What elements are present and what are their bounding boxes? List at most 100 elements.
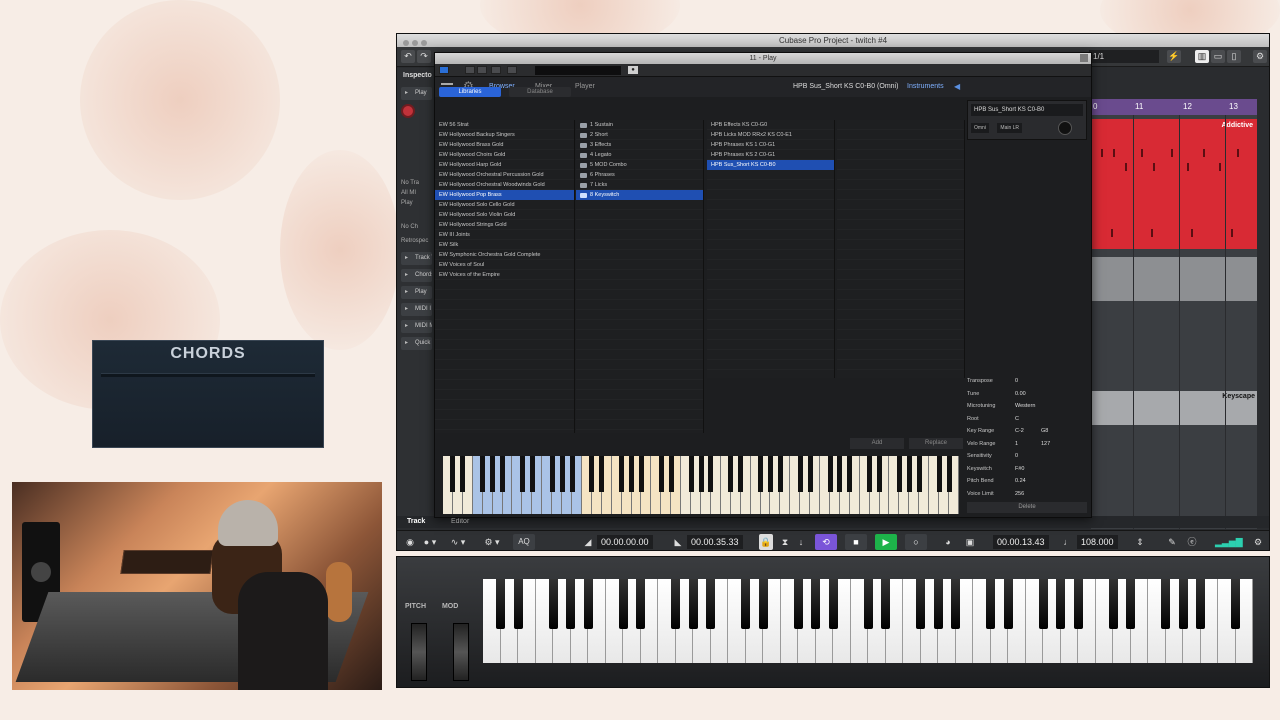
left-locator-icon[interactable]: ◢ bbox=[577, 534, 599, 550]
position-display[interactable]: 00.00.13.43 bbox=[993, 535, 1049, 549]
black-key[interactable] bbox=[896, 456, 902, 492]
black-key[interactable] bbox=[480, 456, 486, 492]
tempo-icon[interactable]: ♩ bbox=[1057, 534, 1079, 550]
inspector-track-header[interactable]: Play bbox=[401, 87, 432, 100]
black-key[interactable] bbox=[629, 456, 635, 492]
param-value[interactable]: Western bbox=[1015, 400, 1035, 413]
inspector-section-midi-modifiers[interactable]: MIDI M bbox=[401, 320, 432, 333]
right-locator-time[interactable]: 00.00.35.33 bbox=[687, 535, 743, 549]
black-key[interactable] bbox=[1161, 579, 1170, 629]
black-key[interactable] bbox=[728, 456, 734, 492]
metronome-icon[interactable]: ◕ bbox=[937, 534, 959, 550]
library-item[interactable]: EW Voices of the Empire bbox=[435, 270, 574, 280]
black-key[interactable] bbox=[1038, 579, 1048, 629]
black-key[interactable] bbox=[827, 456, 833, 492]
instrument-item[interactable]: HPB Phrases KS 1 C0-G1 bbox=[707, 140, 834, 150]
black-key[interactable] bbox=[946, 456, 952, 492]
black-key[interactable] bbox=[933, 579, 943, 629]
tempo-adjust-icon[interactable]: ⇕ bbox=[1133, 534, 1147, 550]
instrument-item[interactable]: HPB Sus_Short KS C0-B0 bbox=[707, 160, 834, 170]
param-row[interactable]: Keyswitch F#0 bbox=[967, 463, 1087, 476]
black-key[interactable] bbox=[500, 456, 506, 492]
project-arrange-area[interactable]: 0 11 12 13 Addictive Keyscape bbox=[1091, 99, 1257, 529]
close-icon[interactable] bbox=[1080, 54, 1088, 62]
tab-libraries[interactable]: Libraries bbox=[439, 87, 501, 97]
param-value[interactable]: G8 bbox=[1041, 425, 1048, 438]
black-key[interactable] bbox=[460, 456, 466, 492]
library-item[interactable]: EW Hollywood Solo Cello Gold bbox=[435, 200, 574, 210]
settings-icon[interactable]: ⚙ bbox=[1253, 50, 1267, 63]
black-key[interactable] bbox=[519, 456, 525, 492]
param-value[interactable]: C bbox=[1015, 413, 1019, 426]
library-item[interactable]: EW Silk bbox=[435, 240, 574, 250]
folder-item[interactable]: 5 MOD Combo bbox=[576, 160, 703, 170]
black-key[interactable] bbox=[828, 579, 838, 629]
play-keyboard[interactable] bbox=[443, 456, 959, 514]
read-icon[interactable] bbox=[491, 66, 501, 74]
black-key[interactable] bbox=[698, 456, 704, 492]
time-format-icon[interactable]: ▣ bbox=[959, 534, 981, 550]
right-locator-icon[interactable]: ◣ bbox=[667, 534, 689, 550]
write-icon[interactable] bbox=[507, 66, 517, 74]
folder-item[interactable]: 4 Legato bbox=[576, 150, 703, 160]
tab-track[interactable]: Track bbox=[407, 518, 425, 525]
preset-prev-icon[interactable] bbox=[465, 66, 475, 74]
black-key[interactable] bbox=[1003, 579, 1013, 629]
camera-icon[interactable]: ● bbox=[628, 66, 638, 74]
instrument-item[interactable]: HPB Phrases KS 2 C0-G1 bbox=[707, 150, 834, 160]
inspector-section-track-versions[interactable]: Track V bbox=[401, 252, 432, 265]
library-item[interactable]: EW III Joints bbox=[435, 230, 574, 240]
cycle-button[interactable]: ⟲ bbox=[815, 534, 837, 550]
tempo-display[interactable]: 108.000 bbox=[1077, 535, 1118, 549]
preset-field[interactable] bbox=[535, 66, 621, 75]
black-key[interactable] bbox=[668, 456, 674, 492]
black-key[interactable] bbox=[658, 456, 664, 492]
library-item[interactable]: EW Hollywood Choirs Gold bbox=[435, 150, 574, 160]
black-key[interactable] bbox=[1178, 579, 1188, 629]
slot-output[interactable]: Main LR bbox=[997, 123, 1023, 133]
inspector-section-quick-controls[interactable]: Quick bbox=[401, 337, 432, 350]
slot-channel[interactable]: Omni bbox=[971, 123, 989, 133]
audio-warp-icon[interactable]: ⚙ ▾ bbox=[481, 534, 503, 550]
black-key[interactable] bbox=[569, 456, 575, 492]
folder-list[interactable]: 1 Sustain 2 Short 3 Effects 4 Legato 5 MOD C… bbox=[576, 120, 704, 433]
black-key[interactable] bbox=[1126, 579, 1135, 629]
marker-icon[interactable]: ✎ bbox=[1161, 534, 1183, 550]
snap-icon[interactable]: ⚡ bbox=[1167, 50, 1181, 63]
param-row[interactable]: Velo Range 1 127 bbox=[967, 438, 1087, 451]
tab-database[interactable]: Database bbox=[509, 87, 571, 97]
param-value[interactable]: 0.00 bbox=[1015, 388, 1026, 401]
midi-event-keyscape[interactable]: Keyscape bbox=[1091, 391, 1257, 425]
sync-icon[interactable]: ⓔ bbox=[1181, 534, 1203, 550]
black-key[interactable] bbox=[797, 456, 803, 492]
retrospective-label[interactable]: Retrospec bbox=[397, 236, 436, 246]
black-key[interactable] bbox=[513, 579, 523, 629]
delete-button[interactable]: Delete bbox=[967, 502, 1087, 513]
window-layout-icon[interactable]: ▥ bbox=[1195, 50, 1209, 63]
inspector-section-play[interactable]: Play bbox=[401, 286, 432, 299]
black-key[interactable] bbox=[671, 579, 680, 629]
black-key[interactable] bbox=[708, 456, 714, 492]
library-item[interactable]: EW Hollywood Brass Gold bbox=[435, 140, 574, 150]
folder-item[interactable]: 7 Licks bbox=[576, 180, 703, 190]
black-key[interactable] bbox=[916, 579, 925, 629]
undo-icon[interactable]: ↶ bbox=[401, 50, 415, 63]
black-key[interactable] bbox=[837, 456, 843, 492]
black-key[interactable] bbox=[767, 456, 773, 492]
black-key[interactable] bbox=[867, 456, 873, 492]
black-key[interactable] bbox=[559, 456, 565, 492]
black-key[interactable] bbox=[1056, 579, 1065, 629]
black-key[interactable] bbox=[847, 456, 853, 492]
param-value[interactable]: 1 bbox=[1015, 438, 1018, 451]
folder-item[interactable]: 3 Effects bbox=[576, 140, 703, 150]
param-value[interactable]: F#0 bbox=[1015, 463, 1024, 476]
param-row[interactable]: Transpose 0 bbox=[967, 375, 1087, 388]
stop-button[interactable]: ■ bbox=[845, 534, 867, 550]
param-value[interactable]: 0.24 bbox=[1015, 475, 1026, 488]
right-zone-icon[interactable]: ▯ bbox=[1227, 50, 1241, 63]
black-key[interactable] bbox=[589, 456, 595, 492]
library-item[interactable]: EW Hollywood Orchestral Percussion Gold bbox=[435, 170, 574, 180]
black-key[interactable] bbox=[906, 456, 912, 492]
activate-project-icon[interactable]: ◉ bbox=[399, 534, 421, 550]
library-item[interactable]: EW 56 Strat bbox=[435, 120, 574, 130]
